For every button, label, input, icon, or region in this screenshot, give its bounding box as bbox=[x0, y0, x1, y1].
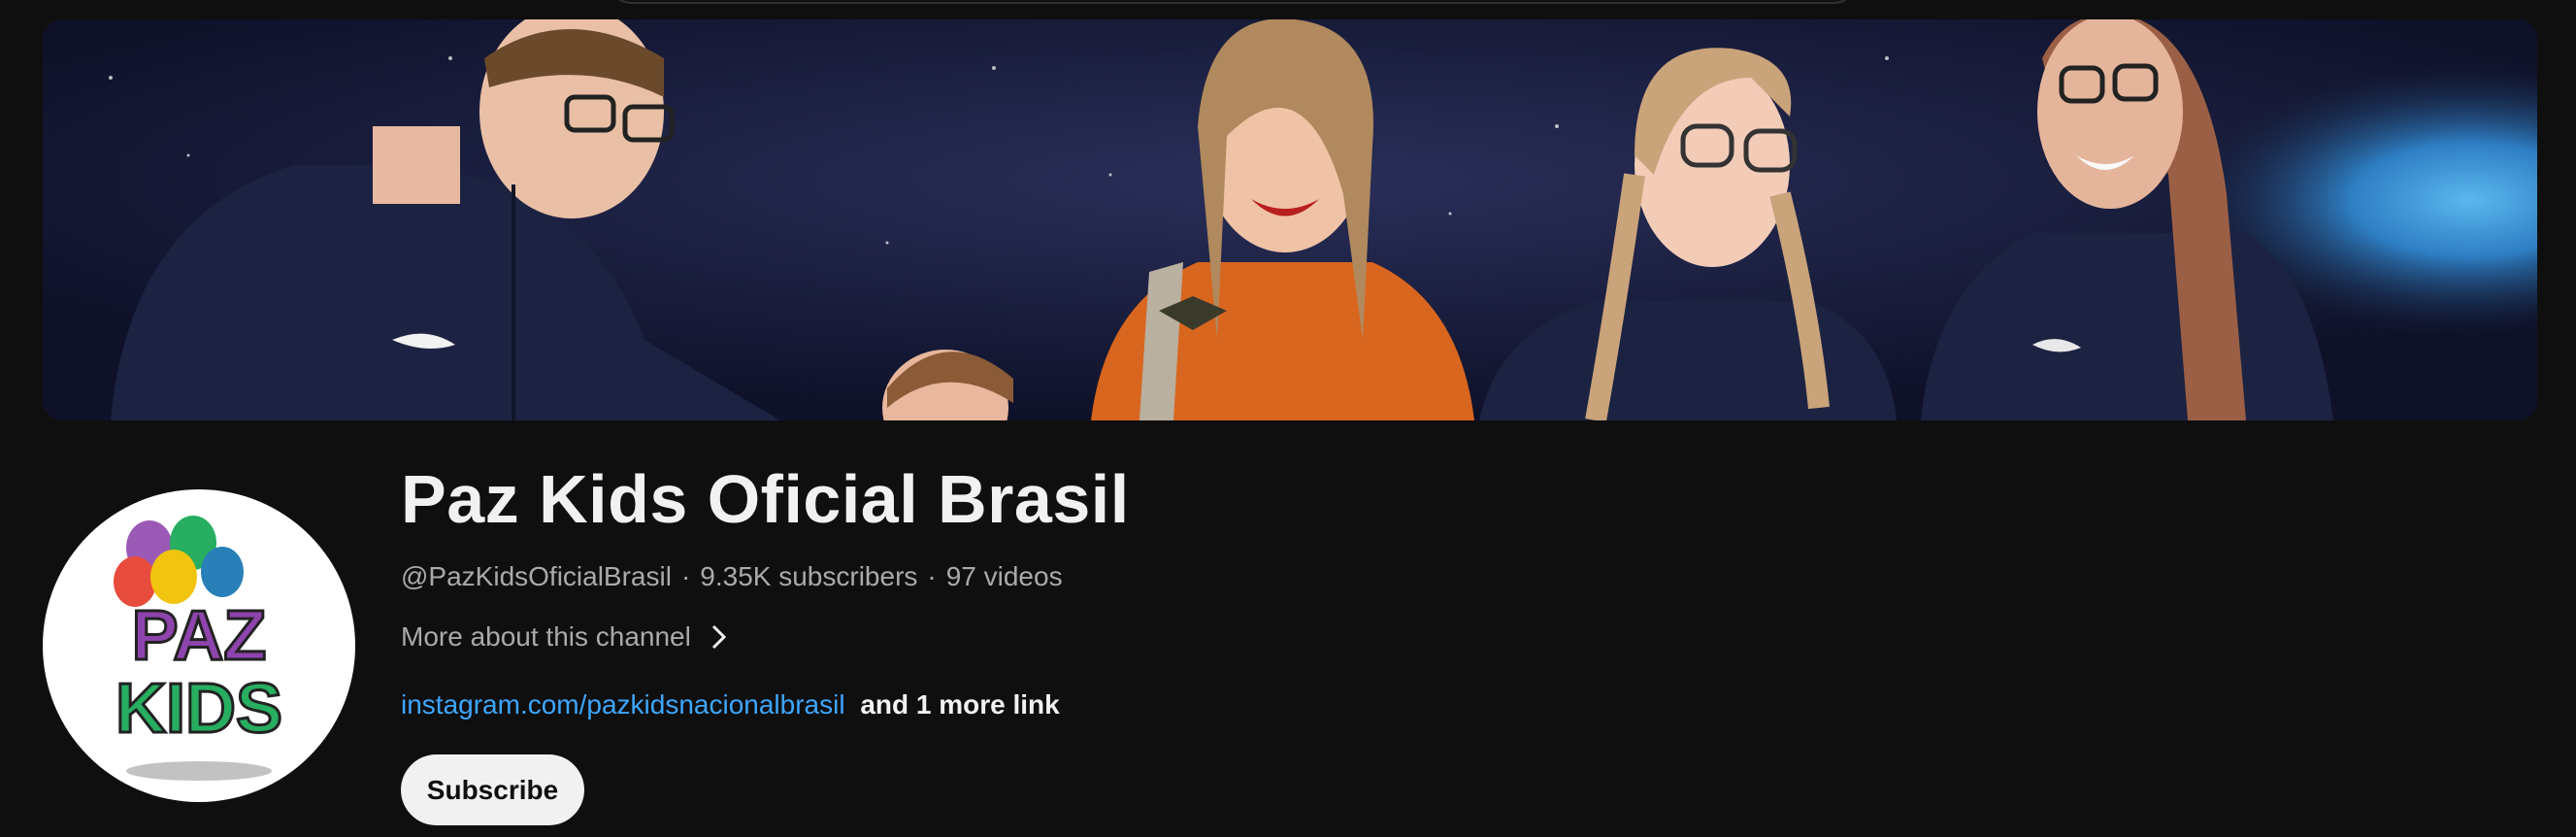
banner-image bbox=[43, 19, 2537, 420]
meta-separator: · bbox=[680, 561, 691, 591]
video-count: 97 videos bbox=[945, 561, 1063, 591]
channel-links: instagram.com/pazkidsnacionalbrasil and … bbox=[401, 686, 1857, 724]
channel-meta: @PazKidsOficialBrasil · 9.35K subscribers ·… bbox=[401, 557, 1857, 596]
subscriber-count: 9.35K subscribers bbox=[700, 561, 918, 591]
channel-title: Paz Kids Oficial Brasil bbox=[401, 461, 1130, 537]
instagram-link[interactable]: instagram.com/pazkidsnacionalbrasil bbox=[401, 689, 845, 720]
channel-avatar[interactable]: PAZ KIDS bbox=[43, 489, 355, 802]
channel-handle[interactable]: @PazKidsOficialBrasil bbox=[401, 561, 672, 591]
chevron-right-icon bbox=[710, 623, 728, 651]
more-links-button[interactable]: and 1 more link bbox=[860, 689, 1059, 720]
paz-kids-logo-image: PAZ KIDS bbox=[114, 516, 284, 781]
channel-banner bbox=[43, 19, 2537, 420]
svg-text:PAZ: PAZ bbox=[132, 597, 267, 675]
more-about-channel-link[interactable]: More about this channel bbox=[401, 618, 728, 656]
balloons-graphic bbox=[114, 516, 244, 607]
subscribe-button[interactable]: Subscribe bbox=[401, 754, 584, 825]
svg-text:KIDS: KIDS bbox=[116, 670, 282, 748]
more-about-label: More about this channel bbox=[401, 621, 691, 652]
search-bar-edge bbox=[610, 0, 1856, 4]
meta-separator: · bbox=[927, 561, 937, 591]
channel-info: Paz Kids Oficial Brasil @PazKidsOficialB… bbox=[401, 454, 1857, 724]
